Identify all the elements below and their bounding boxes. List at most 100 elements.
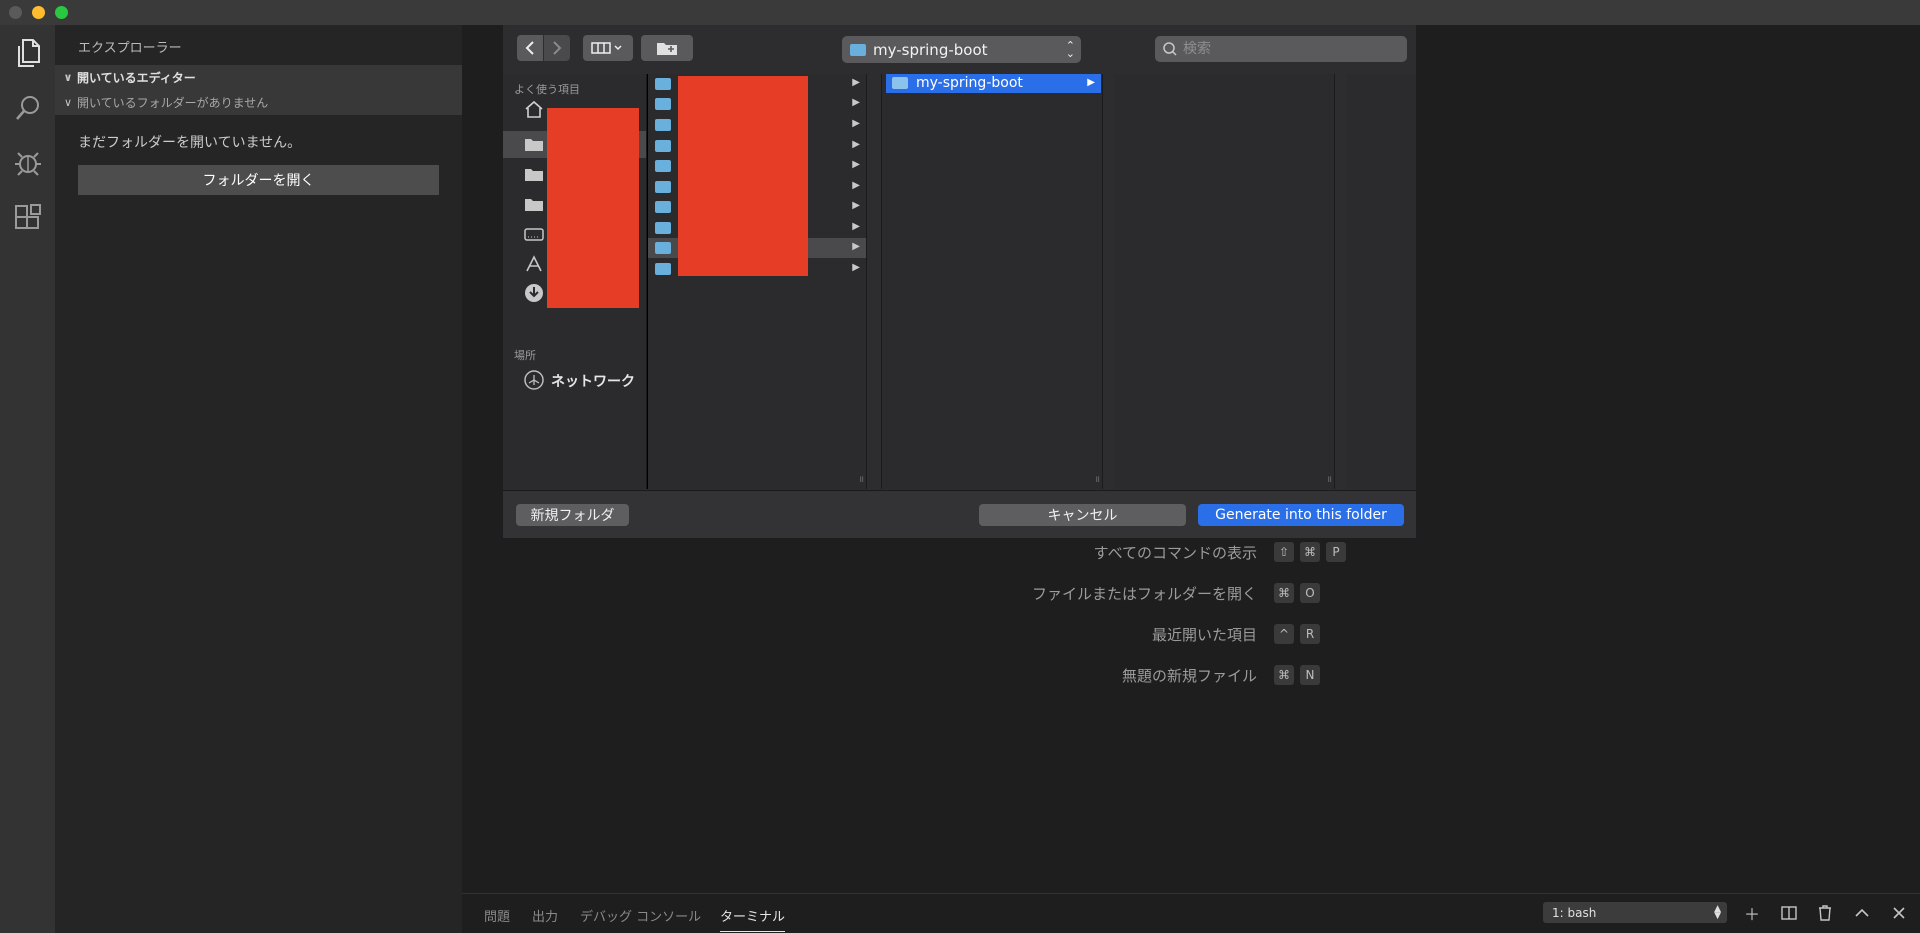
expand-arrow-icon: ▶: [852, 77, 860, 88]
open-folder-button[interactable]: フォルダーを開く: [78, 165, 439, 195]
network-icon[interactable]: [523, 369, 545, 391]
search-icon: [15, 96, 39, 120]
tab-terminal[interactable]: ターミナル: [720, 906, 786, 932]
folder-picker-dialog: my-spring-boot ⌃⌄ よく使う項目 場所 ネットワーク ▶ ▶ ▶…: [503, 25, 1416, 538]
cancel-button[interactable]: キャンセル: [979, 504, 1186, 526]
view-mode-button[interactable]: [583, 35, 633, 61]
expand-arrow-icon: ▶: [852, 221, 860, 232]
folder-icon: [655, 160, 671, 172]
split-icon: [1781, 906, 1797, 920]
browser-column-3: ॥: [1114, 74, 1335, 489]
expand-arrow-icon: ▶: [852, 200, 860, 211]
debug-icon: [14, 152, 41, 176]
generate-button[interactable]: Generate into this folder: [1198, 504, 1404, 526]
column-resize-handle[interactable]: ॥: [1095, 472, 1100, 485]
applications-icon[interactable]: [523, 253, 545, 275]
explorer-activity-button[interactable]: [0, 27, 55, 79]
key: ^: [1274, 624, 1294, 644]
folder-icon: [655, 263, 671, 275]
expand-arrow-icon: ▶: [852, 180, 860, 191]
folder-icon: [655, 242, 671, 254]
kill-terminal-button[interactable]: [1814, 902, 1836, 924]
folder-icon: [655, 140, 671, 152]
folder-icon[interactable]: [523, 163, 545, 185]
folder-icon: [655, 119, 671, 131]
folder-row-selected[interactable]: my-spring-boot ▶: [886, 74, 1101, 93]
shortcut-keys: ⌘ N: [1274, 665, 1320, 685]
terminal-select[interactable]: 1: bash ▲ ▼: [1543, 902, 1727, 923]
extensions-activity-button[interactable]: [0, 192, 55, 244]
folder-name: my-spring-boot: [916, 75, 1023, 91]
shortcut-label: すべてのコマンドの表示: [1093, 544, 1257, 562]
expand-arrow-icon: ▶: [852, 241, 860, 252]
shortcut-keys: ⇧ ⌘ P: [1274, 542, 1346, 562]
folder-icon[interactable]: [523, 133, 545, 155]
browser-column-2: my-spring-boot ▶ ॥: [881, 74, 1103, 489]
key: P: [1326, 542, 1346, 562]
extensions-icon: [14, 204, 41, 229]
maximize-window-button[interactable]: [55, 6, 68, 19]
drive-icon[interactable]: [523, 223, 545, 245]
close-window-button[interactable]: [9, 6, 22, 19]
expand-arrow-icon: ▶: [852, 159, 860, 170]
search-box[interactable]: [1155, 36, 1407, 62]
chevron-down-icon: ∨: [63, 96, 73, 109]
key: N: [1300, 665, 1320, 685]
back-button[interactable]: [517, 35, 543, 61]
key: ⇧: [1274, 542, 1294, 562]
tab-output[interactable]: 出力: [532, 906, 558, 925]
new-folder-icon: [657, 43, 677, 55]
tab-debug-console[interactable]: デバッグ コンソール: [580, 906, 701, 925]
shortcut-label: 無題の新規ファイル: [1121, 667, 1257, 685]
key: ⌘: [1300, 542, 1320, 562]
browser-column-4: [1347, 74, 1416, 489]
search-icon: [1163, 42, 1177, 56]
new-folder-toolbar-button[interactable]: [641, 35, 693, 61]
close-icon: [1893, 907, 1905, 919]
favorites-sidebar: よく使う項目 場所 ネットワーク: [503, 74, 647, 489]
folder-icon: [655, 78, 671, 90]
forward-button[interactable]: [544, 35, 570, 61]
chevron-right-icon: [553, 41, 562, 55]
window-titlebar: [0, 0, 1920, 25]
folder-icon: [655, 181, 671, 193]
browser-column-1: ▶ ▶ ▶ ▶ ▶ ▶ ▶ ▶ ▶ ▶ ॥: [647, 74, 867, 489]
new-folder-button[interactable]: 新規フォルダ: [516, 504, 629, 526]
tab-problems[interactable]: 問題: [484, 906, 510, 925]
places-heading: 場所: [514, 349, 536, 362]
folder-icon: [655, 222, 671, 234]
redaction-block: [678, 76, 808, 276]
open-editors-label: 開いているエディター: [77, 71, 196, 85]
new-terminal-button[interactable]: ＋: [1741, 902, 1763, 924]
split-terminal-button[interactable]: [1778, 902, 1800, 924]
shortcut-label: 最近開いた項目: [1151, 626, 1257, 644]
no-folder-section[interactable]: ∨ 開いているフォルダーがありません: [55, 90, 462, 115]
home-icon[interactable]: [523, 98, 545, 120]
folder-icon[interactable]: [523, 193, 545, 215]
expand-arrow-icon: ▶: [852, 262, 860, 273]
downloads-icon[interactable]: [523, 282, 545, 304]
debug-activity-button[interactable]: [0, 137, 55, 189]
no-folder-label: 開いているフォルダーがありません: [77, 96, 269, 110]
minimize-window-button[interactable]: [32, 6, 45, 19]
network-label[interactable]: ネットワーク: [551, 371, 635, 391]
search-input[interactable]: [1181, 40, 1385, 58]
maximize-panel-button[interactable]: [1851, 902, 1873, 924]
key: ⌘: [1274, 665, 1294, 685]
path-dropdown-label: my-spring-boot: [873, 40, 988, 59]
open-editors-section[interactable]: ∨ 開いているエディター: [55, 65, 462, 90]
dialog-button-bar: 新規フォルダ キャンセル Generate into this folder: [503, 490, 1416, 538]
search-activity-button[interactable]: [0, 82, 55, 134]
column-resize-handle[interactable]: ॥: [859, 472, 864, 485]
favorites-heading: よく使う項目: [514, 83, 580, 96]
chevron-left-icon: [525, 41, 534, 55]
expand-arrow-icon: ▶: [852, 118, 860, 129]
folder-icon: [655, 98, 671, 110]
expand-arrow-icon: ▶: [852, 97, 860, 108]
close-panel-button[interactable]: [1888, 902, 1910, 924]
column-resize-handle[interactable]: ॥: [1327, 472, 1332, 485]
path-dropdown[interactable]: my-spring-boot ⌃ ⌄: [842, 36, 1081, 63]
plus-icon: ＋: [1743, 905, 1760, 924]
updown-icon: ▲ ▼: [1714, 903, 1721, 921]
shortcut-keys: ⌘ O: [1274, 583, 1320, 603]
